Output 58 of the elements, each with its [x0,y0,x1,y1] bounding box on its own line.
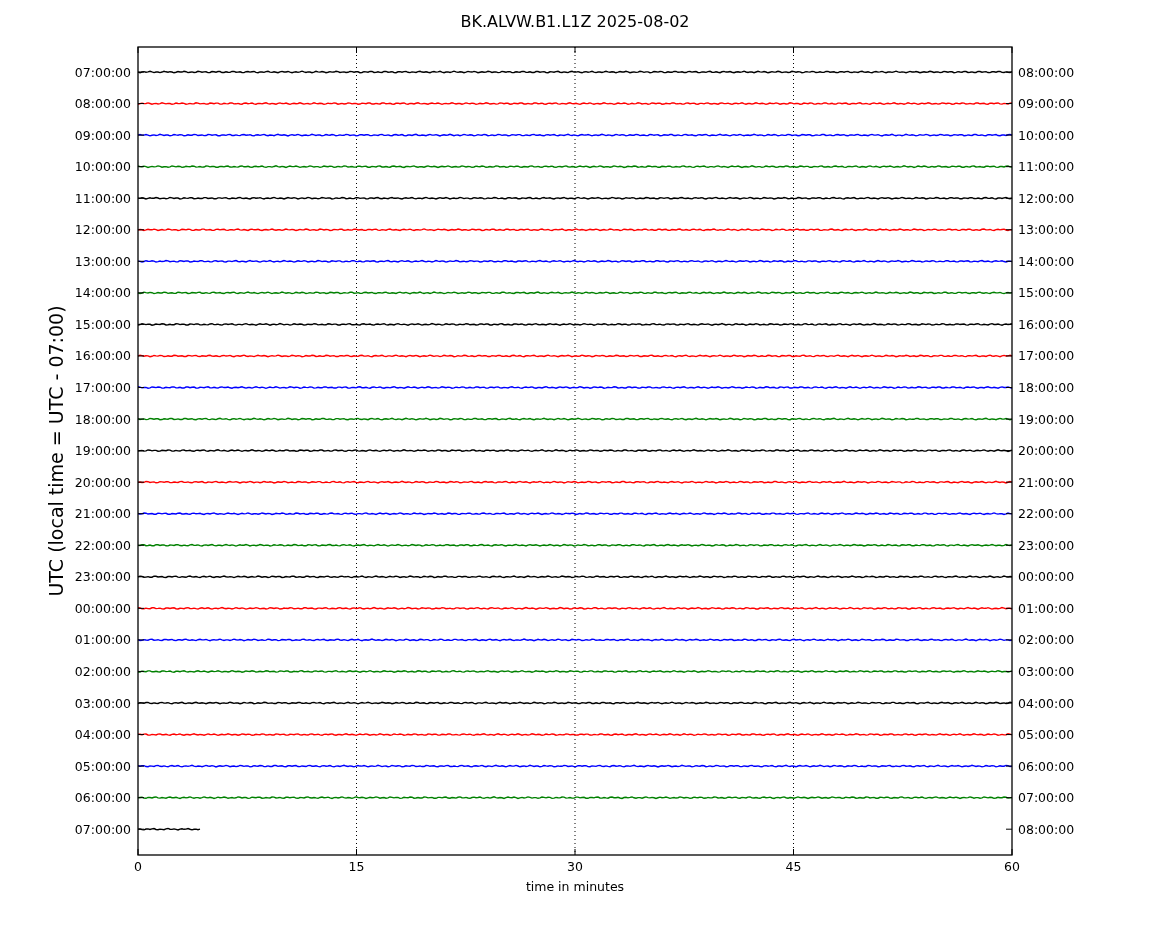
y-tick-label: 13:00:00 [74,253,131,269]
y-tick-label: 12:00:00 [1018,190,1075,206]
y-tick-label: 22:00:00 [74,537,131,553]
y-tick-label: 23:00:00 [1018,537,1075,553]
y-tick-label: 09:00:00 [1018,96,1075,112]
y-tick-label: 10:00:00 [1018,127,1075,143]
y-tick-label: 03:00:00 [74,695,131,711]
y-tick-label: 00:00:00 [1018,569,1075,585]
x-axis-label: time in minutes [525,879,625,894]
y-tick-label: 05:00:00 [74,758,131,774]
y-tick-label: 06:00:00 [74,790,131,806]
y-tick-label: 04:00:00 [74,727,131,743]
y-tick-label: 16:00:00 [74,348,131,364]
y-tick-label: 09:00:00 [74,127,131,143]
y-tick-label: 19:00:00 [1018,411,1075,427]
y-tick-label: 11:00:00 [74,190,131,206]
y-tick-label: 08:00:00 [74,96,131,112]
y-tick-label: 12:00:00 [74,222,131,238]
y-tick-label: 00:00:00 [74,600,131,616]
y-tick-label: 05:00:00 [1018,727,1075,743]
y-tick-label: 20:00:00 [74,474,131,490]
y-tick-label: 20:00:00 [1018,443,1075,459]
x-tick-label: 15 [348,859,365,874]
y-tick-label: 18:00:00 [74,411,131,427]
y-tick-label: 02:00:00 [74,663,131,679]
y-tick-label: 21:00:00 [1018,474,1075,490]
y-tick-label: 07:00:00 [74,821,131,837]
y-tick-label: 23:00:00 [74,569,131,585]
y-tick-label: 01:00:00 [1018,600,1075,616]
y-tick-label: 08:00:00 [1018,821,1075,837]
y-tick-label: 03:00:00 [1018,663,1075,679]
x-tick-label: 30 [567,859,583,874]
y-tick-label: 06:00:00 [1018,758,1075,774]
y-tick-label: 07:00:00 [74,64,131,80]
y-tick-label: 14:00:00 [74,285,131,301]
y-tick-label: 15:00:00 [74,316,131,332]
y-tick-label: 21:00:00 [74,506,131,522]
y-tick-label: 11:00:00 [1018,159,1075,175]
y-tick-label: 10:00:00 [74,159,131,175]
x-tick-label: 45 [785,859,802,874]
y-tick-label: 16:00:00 [1018,316,1075,332]
y-tick-label: 17:00:00 [1018,348,1075,364]
y-tick-label: 13:00:00 [1018,222,1075,238]
x-tick-label: 60 [1004,859,1020,874]
y-tick-label: 17:00:00 [74,380,131,395]
y-tick-label: 02:00:00 [1018,632,1075,648]
y-tick-label: 15:00:00 [1018,285,1075,301]
y-tick-label: 07:00:00 [1018,790,1075,806]
y-tick-label: 19:00:00 [74,443,131,459]
y-tick-label: 22:00:00 [1018,506,1075,522]
y-axis-label: UTC (local time = UTC - 07:00) [45,305,67,597]
y-tick-label: 01:00:00 [74,632,131,648]
y-tick-label: 18:00:00 [1018,380,1075,395]
x-tick-label: 0 [134,859,142,874]
chart-title: BK.ALVW.B1.L1Z 2025-08-02 [460,12,690,31]
y-tick-label: 14:00:00 [1018,253,1075,269]
y-tick-label: 04:00:00 [1018,695,1075,711]
y-tick-label: 08:00:00 [1018,64,1075,80]
